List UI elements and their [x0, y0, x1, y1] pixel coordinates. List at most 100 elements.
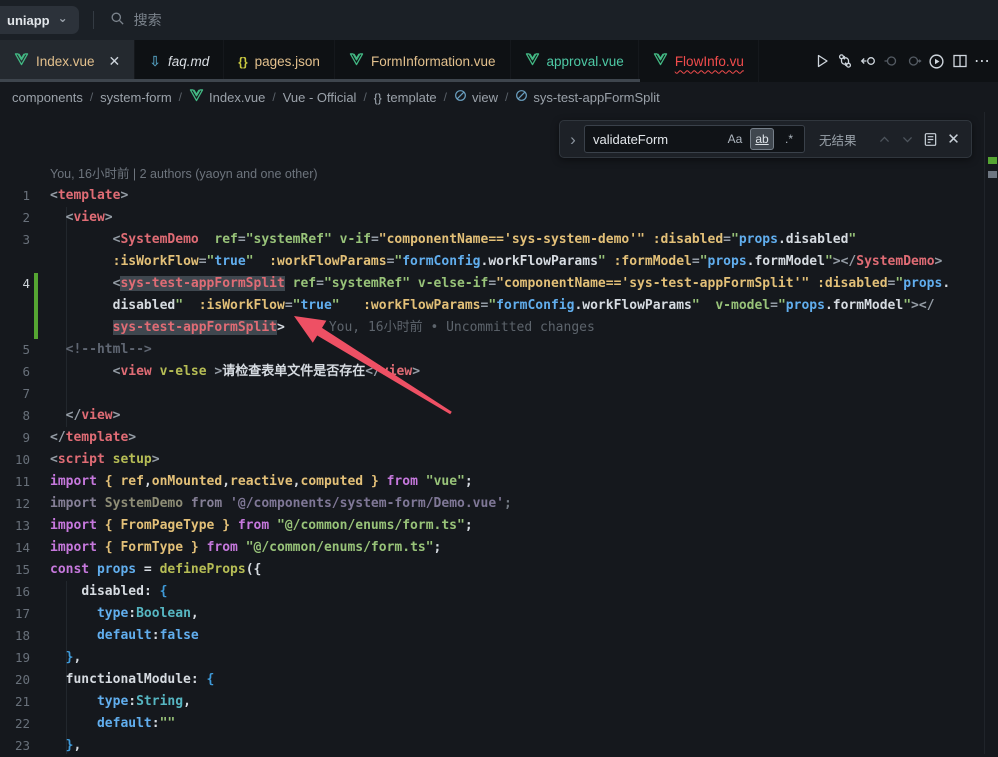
line-number[interactable]: 9 [0, 427, 30, 449]
code-line-10[interactable]: 10<script setup> [0, 449, 984, 471]
split-editor-button[interactable] [949, 48, 970, 74]
line-number[interactable]: 13 [0, 515, 30, 537]
line-number[interactable]: 7 [0, 383, 30, 405]
line-number[interactable] [0, 251, 30, 273]
tab-pages-json[interactable]: {}pages.json [224, 40, 335, 82]
line-number[interactable]: 6 [0, 361, 30, 383]
line-number[interactable]: 18 [0, 625, 30, 647]
breadcrumb-item-system-form[interactable]: system-form [100, 90, 172, 105]
code-line-7[interactable]: 7 [0, 383, 984, 405]
run-button[interactable] [811, 48, 832, 74]
find-next-button[interactable] [896, 128, 919, 150]
code-line[interactable]: disabled" :isWorkFlow="true" :workFlowPa… [0, 295, 984, 317]
match-case-button[interactable]: Aa [723, 128, 747, 150]
line-number[interactable]: 11 [0, 471, 30, 493]
git-compare-button[interactable] [834, 48, 855, 74]
line-number[interactable]: 10 [0, 449, 30, 471]
code-line[interactable]: You, 16小时前 | 2 authors (yaoyn and one ot… [0, 163, 984, 185]
code-text: default:false [38, 625, 199, 647]
tab-approval-vue[interactable]: approval.vue [511, 40, 639, 82]
code-line-20[interactable]: 20 functionalModule: { [0, 669, 984, 691]
code-line-2[interactable]: 2 <view> [0, 207, 984, 229]
line-number[interactable] [0, 163, 30, 185]
code-line-8[interactable]: 8 </view> [0, 405, 984, 427]
tab-index-vue[interactable]: Index.vue✕ [0, 40, 135, 82]
code-line-19[interactable]: 19 }, [0, 647, 984, 669]
code-line[interactable]: sys-test-appFormSplit>You, 16小时前 • Uncom… [0, 317, 984, 339]
code-line-1[interactable]: 1<template> [0, 185, 984, 207]
code-line-12[interactable]: 12import SystemDemo from '@/components/s… [0, 493, 984, 515]
tab-scrollbar[interactable] [0, 79, 640, 82]
vue-file-icon [525, 53, 540, 69]
breadcrumb-item-view[interactable]: view [454, 89, 498, 105]
code-line-22[interactable]: 22 default:"" [0, 713, 984, 735]
find-input[interactable]: validateForm Aa ab .* [584, 125, 805, 153]
code-line-17[interactable]: 17 type:Boolean, [0, 603, 984, 625]
run-debug-button[interactable] [926, 48, 947, 74]
code-line-11[interactable]: 11import { ref,onMounted,reactive,comput… [0, 471, 984, 493]
search-placeholder: 搜索 [134, 10, 162, 30]
line-number[interactable]: 21 [0, 691, 30, 713]
tab-label: FlowInfo.vu [675, 54, 744, 69]
tab-bar: Index.vue✕⇩faq.md{}pages.jsonFormInforma… [0, 40, 998, 82]
code-line-21[interactable]: 21 type:String, [0, 691, 984, 713]
global-search[interactable]: 搜索 [110, 10, 162, 30]
tab-forminformation-vue[interactable]: FormInformation.vue [335, 40, 511, 82]
code-text: <view v-else >请检查表单文件是否存在</view> [38, 361, 420, 383]
vue-file-icon [653, 53, 668, 69]
nav-back-button[interactable] [880, 48, 901, 74]
more-button[interactable]: ⋯ [972, 48, 993, 74]
line-number[interactable]: 15 [0, 559, 30, 581]
tab-flowinfo-vu[interactable]: FlowInfo.vu [639, 40, 759, 82]
line-number[interactable]: 14 [0, 537, 30, 559]
breadcrumb-item-sys-test-appformsplit[interactable]: sys-test-appFormSplit [515, 89, 659, 105]
line-number[interactable]: 19 [0, 647, 30, 669]
find-previous-button[interactable] [873, 128, 896, 150]
line-number[interactable]: 22 [0, 713, 30, 735]
line-number[interactable] [0, 295, 30, 317]
code-line-9[interactable]: 9</template> [0, 427, 984, 449]
code-line-15[interactable]: 15const props = defineProps({ [0, 559, 984, 581]
breadcrumb-item-template[interactable]: {}template [374, 90, 437, 105]
line-number[interactable] [0, 317, 30, 339]
find-close-button[interactable]: ✕ [942, 128, 965, 150]
line-number[interactable]: 8 [0, 405, 30, 427]
code-line-4[interactable]: 4 <sys-test-appFormSplit ref="systemRef"… [0, 273, 984, 295]
open-changes-button[interactable] [857, 48, 878, 74]
line-number[interactable]: 17 [0, 603, 30, 625]
line-number[interactable]: 5 [0, 339, 30, 361]
project-switcher[interactable]: uniapp ⌄ [0, 6, 79, 34]
code-line-6[interactable]: 6 <view v-else >请检查表单文件是否存在</view> [0, 361, 984, 383]
breadcrumb-separator: / [363, 90, 366, 104]
editor[interactable]: You, 16小时前 | 2 authors (yaoyn and one ot… [0, 112, 998, 754]
code-line-14[interactable]: 14import { FormType } from "@/common/enu… [0, 537, 984, 559]
tab-close-icon[interactable]: ✕ [109, 54, 121, 68]
line-number[interactable]: 20 [0, 669, 30, 691]
breadcrumb-item-index-vue[interactable]: Index.vue [189, 89, 265, 105]
line-number[interactable]: 4 [0, 273, 30, 295]
find-in-selection-button[interactable] [919, 128, 942, 150]
whole-word-button[interactable]: ab [750, 128, 774, 150]
code-text: import { FromPageType } from "@/common/e… [38, 515, 473, 537]
code-line-13[interactable]: 13 import { FromPageType } from "@/common… [0, 515, 984, 537]
code-line-5[interactable]: 5 <!--html--> [0, 339, 984, 361]
line-number[interactable]: 16 [0, 581, 30, 603]
code-line-16[interactable]: 16 disabled: { [0, 581, 984, 603]
breadcrumb-item-vue-official[interactable]: Vue - Official [283, 90, 357, 105]
find-toggle-replace-icon[interactable]: › [566, 131, 580, 148]
breadcrumb-separator: / [272, 90, 275, 104]
line-number[interactable]: 12 [0, 493, 30, 515]
regex-button[interactable]: .* [777, 128, 801, 150]
code-text: <view> [38, 207, 113, 229]
tab-faq-md[interactable]: ⇩faq.md [135, 40, 224, 82]
code-line-18[interactable]: 18 default:false [0, 625, 984, 647]
line-number[interactable]: 1 [0, 185, 30, 207]
line-number[interactable]: 2 [0, 207, 30, 229]
line-number[interactable]: 3 [0, 229, 30, 251]
code-line-3[interactable]: 3 <SystemDemo ref="systemRef" v-if="comp… [0, 229, 984, 251]
code-area: You, 16小时前 | 2 authors (yaoyn and one ot… [0, 163, 984, 757]
code-line[interactable]: :isWorkFlow="true" :workFlowParams="form… [0, 251, 984, 273]
vscode-window: { "titlebar": { "project": "uniapp", "se… [0, 0, 998, 754]
breadcrumb-item-components[interactable]: components [12, 90, 83, 105]
nav-forward-button[interactable] [903, 48, 924, 74]
